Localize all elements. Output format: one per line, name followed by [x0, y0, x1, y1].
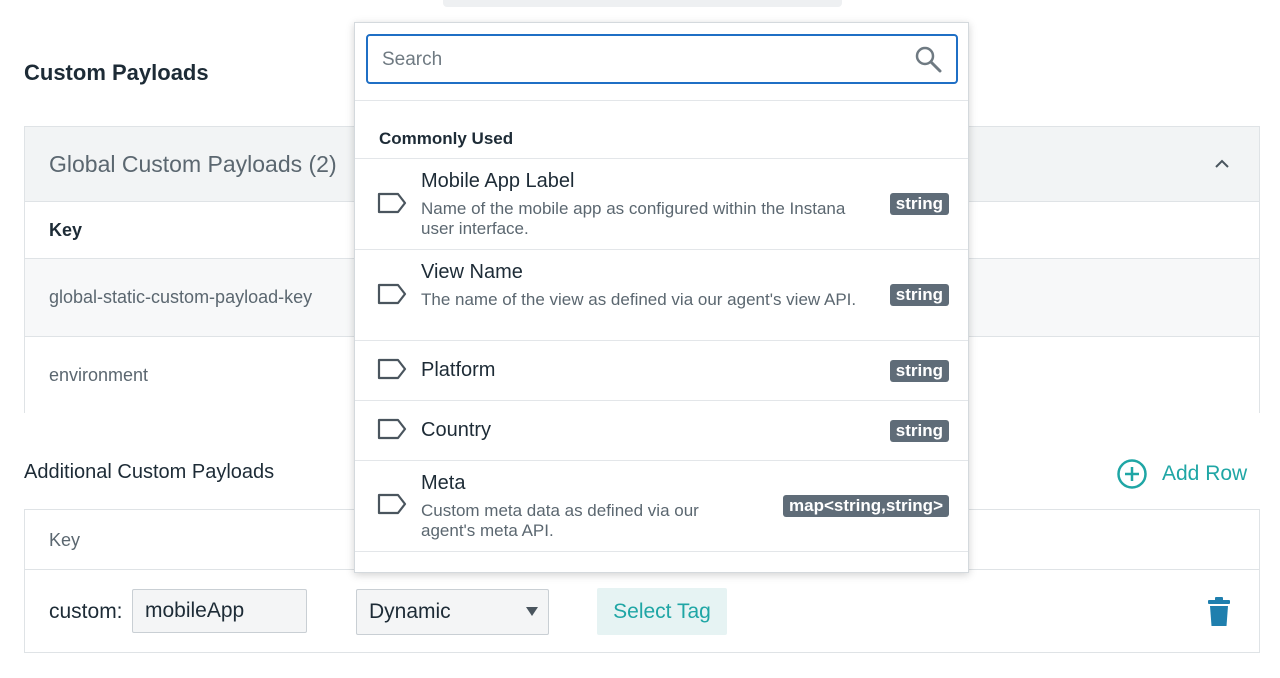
search-icon [915, 46, 942, 73]
mode-select-value: Dynamic [369, 600, 451, 623]
item-description: The name of the view as defined via our … [421, 290, 857, 309]
item-description: Custom meta data as defined via our agen… [421, 501, 699, 540]
tag-icon [377, 358, 407, 380]
trash-icon[interactable] [1207, 597, 1231, 627]
type-badge: string [889, 284, 949, 306]
list-item-mobile-app-label[interactable]: Mobile App Label Name of the mobile app … [355, 158, 968, 249]
plus-circle-icon [1117, 459, 1147, 489]
list-item-country[interactable]: Country string [355, 400, 968, 460]
item-name: Country [421, 419, 492, 441]
item-name: Meta [421, 472, 466, 494]
list-item-meta[interactable]: Meta Custom meta data as defined via our… [355, 460, 968, 551]
item-name: Mobile App Label [421, 170, 575, 192]
search-area [355, 23, 968, 101]
global-payloads-title: Global Custom Payloads (2) [49, 151, 337, 177]
search-input[interactable] [380, 46, 884, 74]
list-item-view-name[interactable]: View Name The name of the view as define… [355, 249, 968, 340]
key-column-header: Key [49, 530, 81, 550]
type-badge: string [889, 193, 949, 215]
payload-key: global-static-custom-payload-key [49, 287, 313, 307]
chevron-up-icon[interactable] [1213, 155, 1231, 173]
select-tag-button[interactable]: Select Tag [597, 588, 727, 635]
page-title: Custom Payloads [24, 60, 209, 85]
group-label: Commonly Used [379, 129, 514, 148]
payload-key: environment [49, 365, 149, 385]
item-description: Name of the mobile app as configured wit… [421, 199, 846, 238]
item-name: Platform [421, 359, 496, 381]
list-item-partial [355, 551, 968, 572]
tag-icon [377, 192, 407, 214]
table-row: custom: Dynamic Select Tag [25, 569, 1259, 654]
mode-select[interactable]: Dynamic [356, 589, 549, 635]
custom-prefix-label: custom: [49, 600, 123, 623]
additional-payloads-title: Additional Custom Payloads [24, 461, 275, 483]
tag-icon [377, 418, 407, 440]
custom-key-input[interactable] [132, 589, 307, 633]
item-name: View Name [421, 261, 523, 283]
tag-icon [377, 283, 407, 305]
list-item-platform[interactable]: Platform string [355, 340, 968, 400]
add-row-label: Add Row [1162, 462, 1248, 485]
search-box[interactable] [366, 34, 958, 84]
caret-down-icon [526, 607, 538, 616]
type-badge: string [889, 420, 949, 442]
add-row-button[interactable]: Add Row [1116, 458, 1247, 490]
tag-icon [377, 493, 407, 515]
type-badge: map<string,string> [783, 495, 949, 517]
key-column-header: Key [49, 220, 83, 240]
top-scroll-indicator [443, 0, 842, 7]
type-badge: string [889, 360, 949, 382]
tag-picker-dropdown: Commonly Used Mobile App Label Name of t… [354, 22, 969, 573]
